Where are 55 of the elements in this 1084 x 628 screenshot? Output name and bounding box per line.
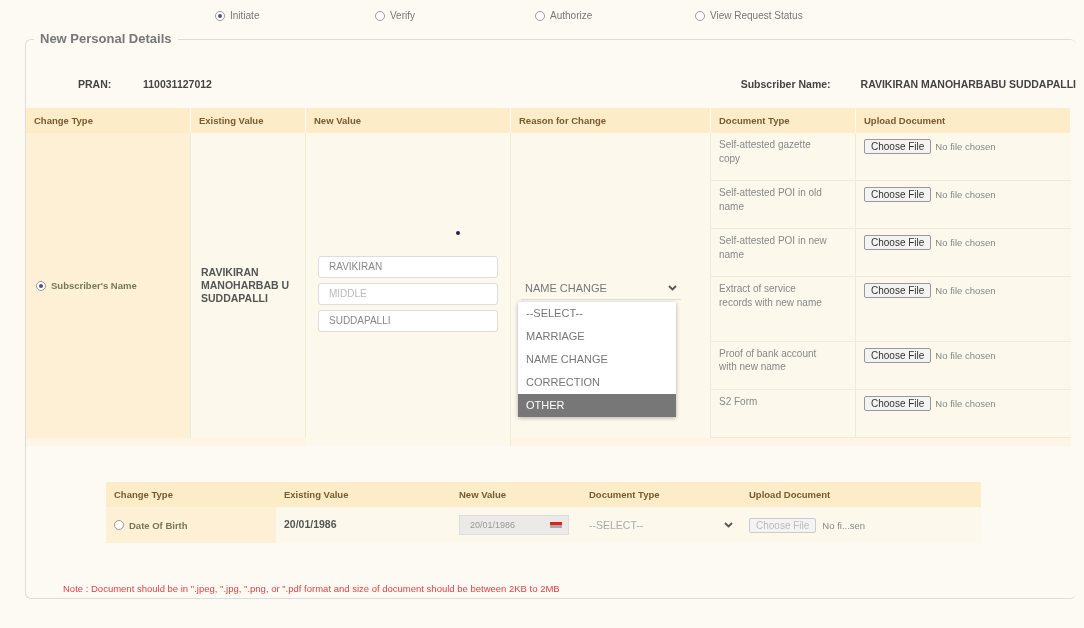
- chevron-icon: [668, 284, 677, 291]
- document-type: Self-attested gazette copy: [719, 138, 812, 165]
- pran-value: 110031127012: [143, 78, 212, 90]
- document-type: Self-attested POI in old name: [719, 186, 823, 214]
- subscriber-label: Subscriber Name:: [740, 78, 831, 90]
- existing-value: RAVIKIRAN MANOHARBAB U SUDDAPALLI: [201, 265, 291, 306]
- column-header: New Value: [451, 482, 581, 507]
- dropdown-option[interactable]: MARRIAGE: [518, 324, 676, 348]
- change-type-radio[interactable]: Subscriber's Name: [36, 280, 137, 291]
- file-status: No fi...sen: [822, 519, 866, 531]
- dropdown-option[interactable]: --SELECT--: [518, 301, 676, 325]
- column-header: Upload Document: [856, 108, 1071, 133]
- choose-file-button[interactable]: Choose File: [864, 347, 932, 363]
- file-status: No file chosen: [935, 349, 996, 361]
- step-radio[interactable]: Authorize: [535, 10, 695, 21]
- column-header: Document Type: [711, 108, 856, 133]
- choose-file-button[interactable]: Choose File: [864, 395, 932, 411]
- column-header: Reason for Change: [511, 108, 711, 133]
- column-header: Existing Value: [276, 482, 451, 507]
- name-input[interactable]: SUDDAPALLI: [318, 309, 498, 332]
- column-header: Change Type: [26, 108, 191, 133]
- column-header: New Value: [306, 108, 511, 133]
- document-type: Self-attested POI in new name: [719, 234, 828, 262]
- document-type: Proof of bank account with new name: [719, 346, 818, 374]
- step-radio[interactable]: Initiate: [215, 10, 375, 21]
- step-radio[interactable]: Verify: [375, 10, 535, 21]
- file-status: No file chosen: [935, 237, 996, 249]
- pran-label: PRAN:: [78, 78, 113, 90]
- file-status: No file chosen: [935, 189, 996, 201]
- document-type: S2 Form: [719, 394, 759, 409]
- chevron-icon: [724, 522, 733, 528]
- dropdown-option[interactable]: OTHER: [518, 393, 676, 417]
- name-input[interactable]: RAVIKIRAN: [318, 255, 498, 278]
- document-type: Extract of service records with new name: [719, 282, 823, 310]
- file-status: No file chosen: [935, 397, 996, 409]
- file-status: No file chosen: [935, 285, 996, 297]
- choose-file-button[interactable]: Choose File: [864, 283, 932, 299]
- column-header: Change Type: [106, 482, 276, 507]
- name-input[interactable]: MIDDLE: [318, 282, 498, 305]
- dropdown-option[interactable]: CORRECTION: [518, 370, 676, 394]
- step-radio[interactable]: View Request Status: [695, 10, 855, 21]
- reason-select[interactable]: NAME CHANGE: [521, 276, 681, 300]
- note-text: Note : Document should be in ".jpeg, ".jpg, ".png, or ".pdf format and size of document should be between 2KB to 2MB: [63, 583, 561, 594]
- calendar-icon: [550, 522, 562, 528]
- existing-value: 20/01/1986: [284, 518, 338, 532]
- file-status: No file chosen: [935, 141, 996, 152]
- dropdown-option[interactable]: NAME CHANGE: [518, 347, 676, 371]
- choose-file-button[interactable]: Choose File: [864, 139, 932, 154]
- choose-file-button[interactable]: Choose File: [864, 235, 932, 251]
- section-title: New Personal Details: [34, 31, 178, 46]
- choose-file-button[interactable]: Choose File: [864, 187, 932, 203]
- column-header: Document Type: [581, 482, 741, 507]
- column-header: Upload Document: [741, 482, 981, 507]
- column-header: Existing Value: [191, 108, 306, 133]
- subscriber-value: RAVIKIRAN MANOHARBABU SUDDAPALLI: [860, 78, 1076, 90]
